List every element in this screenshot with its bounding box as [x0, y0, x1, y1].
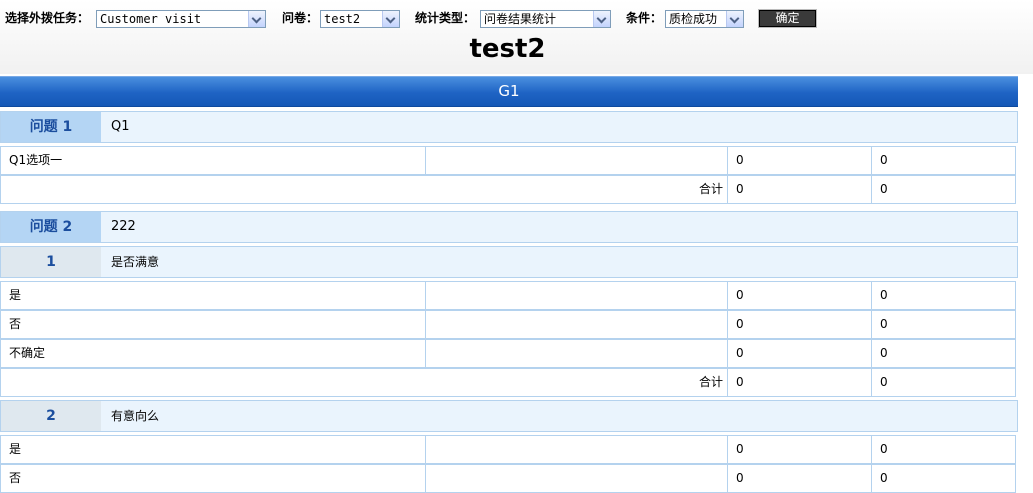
task-label: 选择外拨任务：: [5, 11, 90, 25]
total-percent: 0: [880, 375, 888, 389]
questionnaire-select-value: test2: [324, 12, 361, 26]
option-percent: 0: [880, 471, 888, 485]
column-divider: [425, 282, 426, 309]
stat-type-label: 统计类型：: [415, 11, 476, 25]
total-percent: 0: [880, 182, 888, 196]
question-text: Q1: [111, 119, 130, 134]
column-divider: [425, 436, 426, 463]
total-label: 合计: [698, 182, 723, 196]
question-number: 问题 2: [1, 212, 101, 242]
chevron-down-icon: [593, 11, 610, 27]
total-row: 合计 0 0: [0, 368, 1016, 397]
column-divider: [727, 311, 728, 338]
condition-select[interactable]: 质检成功: [665, 10, 744, 28]
option-label: 是: [9, 442, 22, 456]
option-percent: 0: [880, 442, 888, 456]
question-text: 222: [111, 219, 136, 234]
column-divider: [871, 340, 872, 367]
option-percent: 0: [880, 346, 888, 360]
column-divider: [727, 436, 728, 463]
option-label: 否: [9, 317, 22, 331]
subquestion-header: 1 是否满意: [0, 246, 1018, 278]
question-header: 问题 2 222: [0, 211, 1018, 243]
subquestion-text: 有意向么: [111, 409, 160, 423]
option-label: 不确定: [9, 346, 46, 360]
stat-type-select-value: 问卷结果统计: [484, 12, 557, 26]
option-label: 否: [9, 471, 22, 485]
chevron-down-icon: [726, 11, 743, 27]
question-header: 问题 1 Q1: [0, 111, 1018, 143]
column-divider: [727, 465, 728, 492]
questionnaire-label: 问卷：: [282, 11, 319, 25]
option-percent: 0: [880, 317, 888, 331]
subquestion-number: 2: [1, 401, 101, 431]
column-divider: [425, 147, 426, 174]
table-row: 否 0 0: [0, 464, 1016, 493]
option-count: 0: [736, 317, 744, 331]
subquestion-text: 是否满意: [111, 255, 160, 269]
column-divider: [871, 176, 872, 203]
chevron-down-icon: [248, 11, 265, 27]
column-divider: [425, 465, 426, 492]
total-count: 0: [736, 182, 744, 196]
column-divider: [871, 465, 872, 492]
column-divider: [871, 282, 872, 309]
column-divider: [425, 340, 426, 367]
task-select[interactable]: Customer visit: [96, 10, 266, 28]
subquestion-number: 1: [1, 247, 101, 277]
condition-select-value: 质检成功: [669, 12, 718, 26]
table-row: 是 0 0: [0, 281, 1016, 310]
option-percent: 0: [880, 153, 888, 167]
total-row: 合计 0 0: [0, 175, 1016, 204]
column-divider: [727, 282, 728, 309]
option-count: 0: [736, 288, 744, 302]
task-select-value: Customer visit: [100, 12, 202, 26]
table-row: 是 0 0: [0, 435, 1016, 464]
column-divider: [871, 147, 872, 174]
column-divider: [871, 369, 872, 396]
column-divider: [727, 147, 728, 174]
option-label: 是: [9, 288, 22, 302]
group-title-bar: G1: [0, 76, 1018, 107]
option-label: Q1选项一: [9, 153, 63, 167]
option-count: 0: [736, 442, 744, 456]
question-number: 问题 1: [1, 112, 101, 142]
option-count: 0: [736, 346, 744, 360]
total-count: 0: [736, 375, 744, 389]
chevron-down-icon: [382, 11, 399, 27]
column-divider: [727, 176, 728, 203]
option-count: 0: [736, 153, 744, 167]
option-count: 0: [736, 471, 744, 485]
column-divider: [425, 311, 426, 338]
column-divider: [727, 369, 728, 396]
subquestion-header: 2 有意向么: [0, 400, 1018, 432]
table-row: 不确定 0 0: [0, 339, 1016, 368]
stat-type-select[interactable]: 问卷结果统计: [480, 10, 611, 28]
column-divider: [871, 311, 872, 338]
questionnaire-select[interactable]: test2: [320, 10, 400, 28]
column-divider: [727, 340, 728, 367]
page-title: test2: [469, 34, 546, 64]
table-row: Q1选项一 0 0: [0, 146, 1016, 175]
condition-label: 条件：: [626, 11, 663, 25]
table-row: 否 0 0: [0, 310, 1016, 339]
confirm-button[interactable]: 确定: [758, 9, 817, 28]
column-divider: [871, 436, 872, 463]
option-percent: 0: [880, 288, 888, 302]
total-label: 合计: [698, 375, 723, 389]
